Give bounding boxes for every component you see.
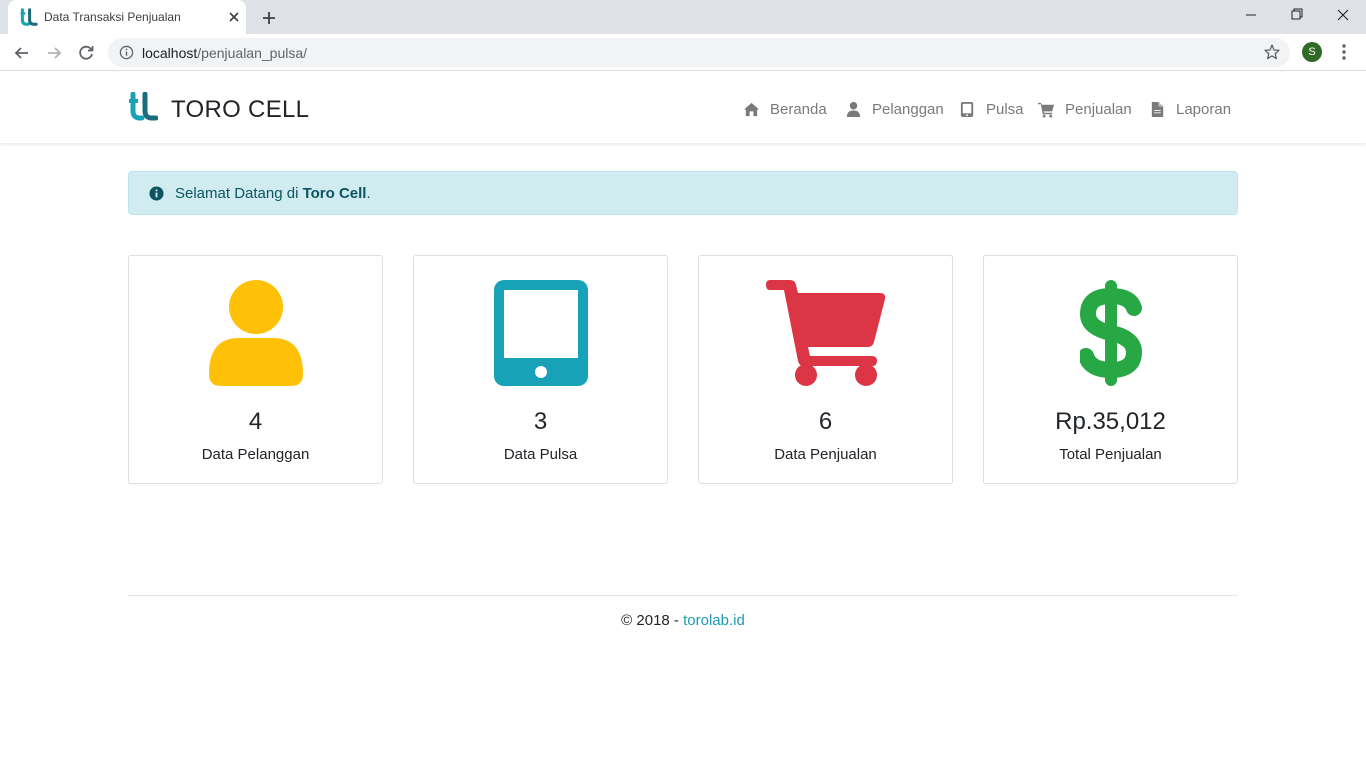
- back-arrow-icon[interactable]: [11, 42, 33, 64]
- browser-tab[interactable]: Data Transaksi Penjualan: [8, 0, 246, 34]
- card-label: Data Pulsa: [503, 446, 578, 463]
- alert-suffix: .: [366, 185, 371, 202]
- card-value: 3: [533, 408, 548, 435]
- card-label: Data Penjualan: [774, 446, 877, 463]
- url-host: localhost: [142, 45, 198, 61]
- nav-item-penjualan[interactable]: Penjualan: [1038, 99, 1132, 119]
- browser-toolbar: localhost/penjualan_pulsa/ S: [0, 34, 1366, 71]
- card-value: 6: [818, 408, 833, 435]
- user-icon: [846, 101, 861, 117]
- home-icon: [743, 102, 760, 116]
- card-penjualan[interactable]: 6 Data Penjualan: [698, 255, 953, 484]
- tablet-icon: [494, 280, 588, 386]
- file-icon: [1151, 101, 1164, 117]
- forward-arrow-icon[interactable]: [43, 42, 65, 64]
- card-pelanggan[interactable]: 4 Data Pelanggan: [128, 255, 383, 484]
- window-close-icon[interactable]: [1320, 0, 1366, 30]
- reload-icon[interactable]: [75, 42, 97, 64]
- card-value: 4: [248, 408, 263, 435]
- alert-message: Selamat Datang di Toro Cell.: [175, 185, 371, 202]
- card-value: Rp.35,012: [1055, 408, 1166, 435]
- alert-bold: Toro Cell: [302, 185, 367, 202]
- minimize-icon[interactable]: [1228, 0, 1274, 30]
- tab-title: Data Transaksi Penjualan: [44, 10, 181, 24]
- nav-item-laporan[interactable]: Laporan: [1149, 99, 1231, 119]
- tablet-icon: [960, 101, 974, 117]
- nav-item-label: Laporan: [1176, 100, 1232, 118]
- nav-item-pulsa[interactable]: Pulsa: [959, 99, 1024, 119]
- url-text: localhost/penjualan_pulsa/: [142, 45, 307, 61]
- close-icon[interactable]: [226, 9, 242, 25]
- nav-item-beranda[interactable]: Beranda: [743, 99, 827, 119]
- browser-tabstrip: Data Transaksi Penjualan: [0, 0, 1366, 34]
- more-menu-icon[interactable]: [1336, 42, 1352, 62]
- toro-logo-icon: [20, 8, 38, 26]
- alert-prefix: Selamat Datang di: [175, 185, 303, 202]
- brand-name: TORO CELL: [171, 96, 310, 123]
- site-navbar: TORO CELL Beranda Pelanggan Pulsa Penjua…: [0, 72, 1366, 143]
- footer: © 2018 - torolab.id: [0, 612, 1366, 629]
- nav-item-label: Penjualan: [1065, 100, 1132, 118]
- card-pulsa[interactable]: 3 Data Pulsa: [413, 255, 668, 484]
- cart-icon: [766, 280, 886, 386]
- info-circle-icon: [149, 186, 164, 201]
- welcome-alert: Selamat Datang di Toro Cell.: [128, 171, 1238, 215]
- footer-copyright: © 2018 -: [621, 612, 684, 629]
- cart-icon: [1038, 102, 1055, 118]
- card-total-penjualan[interactable]: Rp.35,012 Total Penjualan: [983, 255, 1238, 484]
- url-path: /penjualan_pulsa/: [197, 45, 308, 61]
- dollar-icon: [1080, 280, 1142, 386]
- new-tab-plus-icon[interactable]: [258, 7, 280, 29]
- profile-avatar[interactable]: S: [1302, 42, 1322, 62]
- address-bar[interactable]: localhost/penjualan_pulsa/: [108, 38, 1290, 67]
- info-icon[interactable]: [119, 45, 134, 60]
- toro-logo-icon: [129, 92, 158, 121]
- card-label: Data Pelanggan: [201, 446, 310, 463]
- footer-divider: [128, 595, 1238, 596]
- card-label: Total Penjualan: [1059, 446, 1162, 463]
- restore-icon[interactable]: [1274, 0, 1320, 30]
- nav-item-label: Pulsa: [986, 100, 1024, 118]
- bookmark-star-icon[interactable]: [1263, 43, 1281, 61]
- nav-item-label: Pelanggan: [872, 100, 944, 118]
- nav-item-pelanggan[interactable]: Pelanggan: [845, 99, 944, 119]
- user-icon: [209, 280, 303, 386]
- nav-item-label: Beranda: [770, 100, 827, 118]
- footer-link[interactable]: torolab.id: [683, 612, 745, 629]
